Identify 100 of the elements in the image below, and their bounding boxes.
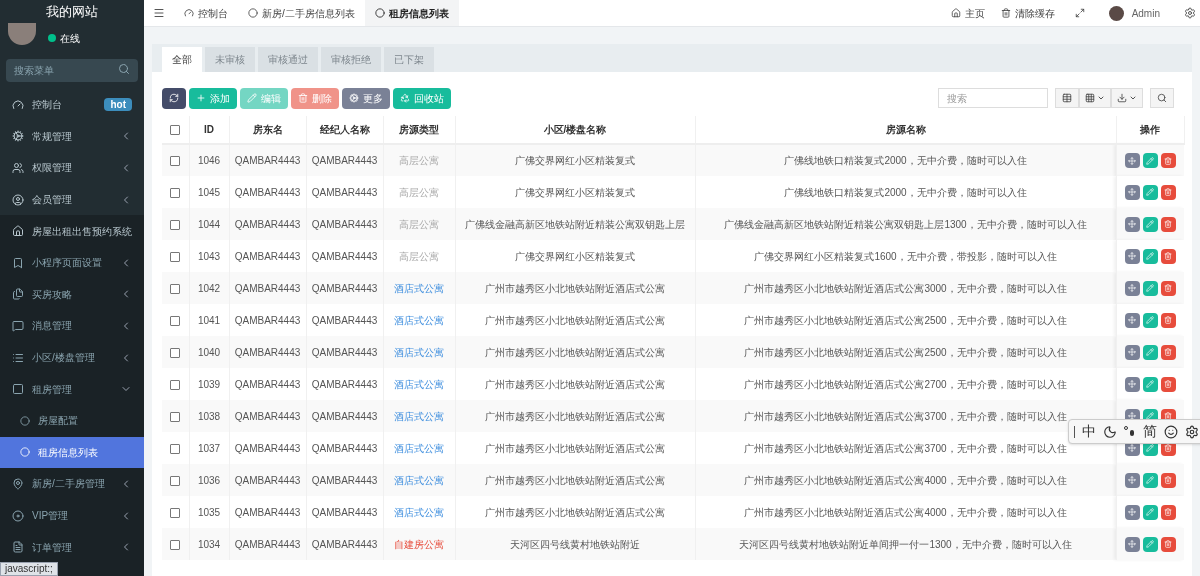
- type-label: 酒店式公寓: [394, 282, 444, 294]
- table-cell: 1044: [197, 218, 221, 230]
- column-header[interactable]: 小区/楼盘名称: [543, 124, 607, 135]
- table-cell: 1038: [197, 410, 221, 422]
- column-header[interactable]: 房源名称: [885, 124, 926, 135]
- table-cell: QAMBAR4443: [234, 186, 301, 198]
- more-button[interactable]: 更多: [342, 87, 390, 109]
- table-cell: QAMBAR4443: [311, 186, 378, 198]
- table-cell: QAMBAR4443: [234, 442, 301, 454]
- page-tab[interactable]: 租房信息列表: [364, 0, 459, 26]
- type-label: 高层公寓: [399, 250, 439, 262]
- table-search-field[interactable]: 搜索: [938, 88, 1048, 108]
- sidebar-item[interactable]: 消息管理: [0, 310, 144, 342]
- browser-status-text: javascript:;: [0, 562, 58, 576]
- sidebar-item[interactable]: 常规管理: [0, 120, 144, 153]
- table-cell: 广州市越秀区小北地铁站附近酒店式公寓: [485, 442, 665, 454]
- sidebar-item[interactable]: 买房攻略: [0, 278, 144, 311]
- sidebar-item[interactable]: 房屋配置: [0, 404, 144, 437]
- table-cell: 1046: [197, 155, 221, 166]
- menu-search-field[interactable]: 搜索菜单: [6, 59, 138, 82]
- sidebar-item[interactable]: 小程序页面设置: [0, 246, 144, 279]
- column-header[interactable]: 房东名: [252, 124, 283, 135]
- sidebar-item[interactable]: 小区/楼盘管理: [0, 341, 144, 374]
- table-cell: 广州市越秀区小北地铁站附近酒店式公寓: [485, 378, 665, 390]
- table-cell: QAMBAR4443: [311, 346, 378, 358]
- table-cell: QAMBAR4443: [234, 378, 301, 390]
- table-cell: QAMBAR4443: [234, 314, 301, 326]
- sidebar-item[interactable]: 房屋出租出售预约系统: [0, 215, 144, 247]
- page-tab[interactable]: 控制台: [174, 0, 238, 26]
- table-cell: 广州市越秀区小北地铁站附近酒店式公寓2700，无中介费，随时可以入住: [744, 378, 1067, 390]
- sidebar-item[interactable]: 会员管理: [0, 183, 144, 216]
- table-cell: QAMBAR4443: [311, 474, 378, 486]
- ime-script-button[interactable]: 简: [1143, 421, 1157, 442]
- user-status: 在线: [60, 31, 80, 46]
- table-cell: QAMBAR4443: [311, 155, 378, 166]
- table-cell: 1041: [197, 314, 221, 326]
- table-cell: QAMBAR4443: [234, 474, 301, 486]
- ime-mode-button[interactable]: 中: [1082, 421, 1096, 442]
- table-cell: 广州市越秀区小北地铁站附近酒店式公寓: [485, 410, 665, 422]
- column-header[interactable]: 操作: [1140, 124, 1160, 135]
- table-cell: 广州市越秀区小北地铁站附近酒店式公寓3700，无中介费，随时可以入住: [744, 410, 1067, 422]
- sidebar-item[interactable]: 租房信息列表: [0, 436, 144, 469]
- table-cell: 广州市越秀区小北地铁站附近酒店式公寓: [485, 346, 665, 358]
- type-label: 高层公寓: [399, 155, 439, 166]
- table-cell: QAMBAR4443: [234, 506, 301, 518]
- table-cell: 1042: [197, 282, 221, 294]
- type-label: 酒店式公寓: [394, 314, 444, 326]
- type-label: 高层公寓: [399, 186, 439, 198]
- sidebar-item[interactable]: 租房管理: [0, 373, 144, 405]
- table-cell: 天河区四号线黄村地铁站附近单间押一付一1300，无中介费，随时可以入住: [739, 538, 1072, 550]
- sidebar-item[interactable]: 新房/二手房管理: [0, 468, 144, 500]
- table-cell: QAMBAR4443: [234, 410, 301, 422]
- type-label: 高层公寓: [399, 218, 439, 230]
- table-cell: 广州市越秀区小北地铁站附近酒店式公寓3000，无中介费，随时可以入住: [744, 282, 1067, 294]
- table-cell: 广佛线金融高新区地铁站附近精装公寓双钥匙上层1300，无中介费，随时可以入住: [724, 218, 1087, 230]
- header-link[interactable]: 清除缓存: [1000, 5, 1055, 21]
- table-cell: 1045: [197, 186, 221, 198]
- type-label: 酒店式公寓: [394, 346, 444, 358]
- table-cell: 广州市越秀区小北地铁站附近酒店式公寓: [485, 506, 665, 518]
- type-label: 酒店式公寓: [394, 410, 444, 422]
- table-cell: QAMBAR4443: [234, 155, 301, 166]
- header-link[interactable]: 主页: [950, 5, 985, 21]
- table-cell: 广州市越秀区小北地铁站附近酒店式公寓: [485, 282, 665, 294]
- type-label: 酒店式公寓: [394, 442, 444, 454]
- table-cell: 广州市越秀区小北地铁站附近酒店式公寓4000，无中介费，随时可以入住: [744, 506, 1067, 518]
- table-cell: 天河区四号线黄村地铁站附近: [510, 538, 640, 550]
- table-cell: 广州市越秀区小北地铁站附近酒店式公寓: [485, 474, 665, 486]
- column-header[interactable]: 经纪人名称: [319, 124, 370, 135]
- type-label: 自建房公寓: [394, 538, 444, 550]
- column-header[interactable]: ID: [204, 124, 214, 135]
- table-cell: QAMBAR4443: [311, 378, 378, 390]
- table-cell: QAMBAR4443: [311, 506, 378, 518]
- table-cell: 广州市越秀区小北地铁站附近酒店式公寓2500，无中介费，随时可以入住: [744, 346, 1067, 358]
- sidebar-item[interactable]: 权限管理: [0, 152, 144, 184]
- table-cell: QAMBAR4443: [311, 410, 378, 422]
- table-cell: 广州市越秀区小北地铁站附近酒店式公寓2500，无中介费，随时可以入住: [744, 314, 1067, 326]
- type-label: 酒店式公寓: [394, 474, 444, 486]
- site-logo[interactable]: 我的网站: [0, 0, 144, 24]
- table-cell: QAMBAR4443: [234, 218, 301, 230]
- table-cell: QAMBAR4443: [234, 282, 301, 294]
- page-tab[interactable]: 新房/二手房信息列表: [238, 0, 365, 26]
- table-cell: 广佛线地铁口精装复式2000，无中介费，随时可以入住: [784, 155, 1027, 166]
- user-name[interactable]: Admin: [1131, 5, 1160, 21]
- hot-badge: hot: [104, 98, 132, 112]
- table-cell: QAMBAR4443: [234, 538, 301, 550]
- table-cell: 广佛交界网红小区精装复式: [515, 155, 635, 166]
- table-cell: 1043: [197, 250, 221, 262]
- table-cell: 1036: [197, 474, 221, 486]
- sidebar-item[interactable]: 控制台 hot: [0, 89, 144, 121]
- sidebar-item[interactable]: 订单管理: [0, 531, 144, 563]
- table-cell: 广佛线金融高新区地铁站附近精装公寓双钥匙上层: [465, 218, 685, 230]
- table-cell: QAMBAR4443: [311, 250, 378, 262]
- type-label: 酒店式公寓: [394, 506, 444, 518]
- table-cell: 广佛交界网红小区精装复式: [515, 250, 635, 262]
- column-header[interactable]: 房源类型: [399, 124, 439, 135]
- filter-tab[interactable]: 全部: [162, 47, 202, 72]
- sidebar-item[interactable]: VIP管理: [0, 499, 144, 532]
- table-cell: QAMBAR4443: [311, 218, 378, 230]
- table-cell: QAMBAR4443: [234, 346, 301, 358]
- table-cell: 1039: [197, 378, 221, 390]
